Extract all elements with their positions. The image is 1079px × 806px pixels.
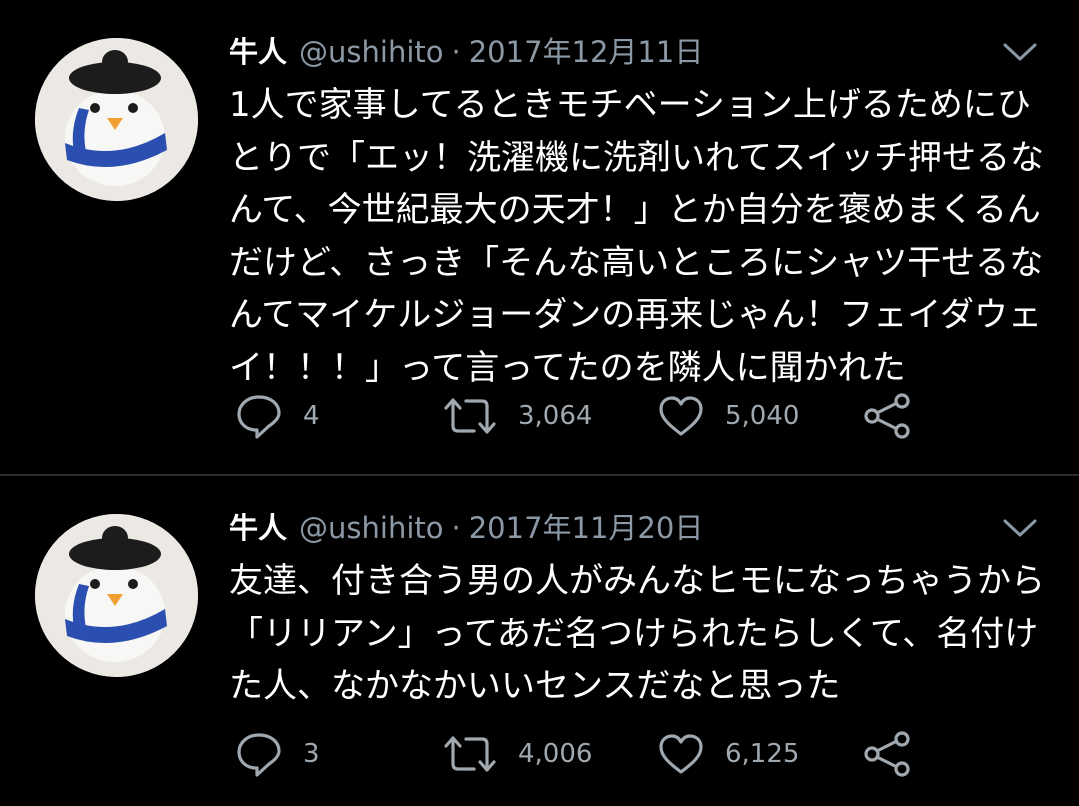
tweet-menu-button[interactable] — [1001, 516, 1039, 540]
tweet-text-line: 「リリアン」ってあだ名つけられたらしくて、名付け — [229, 613, 1039, 654]
tweet-text-line: 友達、付き合う男の人がみんなヒモになっちゃうから — [229, 561, 1045, 601]
like-button[interactable]: 5,040 — [657, 392, 799, 440]
heart-icon — [659, 396, 703, 436]
tweet-header: 牛人 @ushihito · 2017年12月11日 — [229, 30, 703, 74]
penguin-avatar-icon — [35, 38, 198, 201]
heart-icon — [659, 734, 703, 774]
retweet-count: 3,064 — [518, 401, 593, 431]
tweet[interactable]: 牛人 @ushihito · 2017年12月11日 1人で家事してるときモチベーショ… — [0, 0, 1079, 474]
tweet-text: 1人で家事してるときモチベーション上げるためにひ とりで「エッ！洗濯機に洗剤いれ… — [229, 79, 1059, 394]
speech-bubble-icon — [237, 395, 281, 439]
user-handle[interactable]: @ushihito — [299, 511, 443, 545]
tweet[interactable]: 牛人 @ushihito · 2017年11月20日 友達、付き合う男の人がみんなヒモ… — [0, 476, 1079, 806]
avatar[interactable] — [35, 38, 198, 201]
like-button[interactable]: 6,125 — [657, 730, 799, 778]
reply-button[interactable]: 3 — [235, 730, 320, 778]
display-name[interactable]: 牛人 — [229, 35, 287, 69]
tweet-text-line: んて、今世紀最大の天才！」とか自分を褒めまくるん — [229, 190, 1041, 230]
tweet-text: 友達、付き合う男の人がみんなヒモになっちゃうから 「リリアン」ってあだ名つけられ… — [229, 555, 1059, 713]
retweet-count: 4,006 — [518, 739, 593, 769]
tweet-text-line: た人、なかなかいいセンスだなと思った — [229, 666, 841, 706]
tweet-menu-button[interactable] — [1001, 40, 1039, 64]
avatar[interactable] — [35, 514, 198, 677]
share-button[interactable] — [862, 730, 914, 778]
reply-button[interactable]: 4 — [235, 392, 320, 440]
tweet-header: 牛人 @ushihito · 2017年11月20日 — [229, 506, 703, 550]
like-count: 5,040 — [725, 401, 800, 431]
tweet-text-line: とりで「エッ！洗濯機に洗剤いれてスイッチ押せるな — [229, 137, 1044, 178]
tweet-date[interactable]: 2017年12月11日 — [469, 35, 704, 69]
reply-count: 4 — [303, 401, 320, 431]
like-count: 6,125 — [725, 739, 800, 769]
tweet-text-line: 1人で家事してるときモチベーション上げるためにひ — [229, 85, 1031, 125]
separator: · — [451, 35, 461, 69]
separator: · — [451, 511, 461, 545]
retweet-button[interactable]: 4,006 — [442, 730, 592, 778]
display-name[interactable]: 牛人 — [229, 511, 287, 545]
tweet-actions: 4 3,064 5,040 — [229, 392, 949, 440]
speech-bubble-icon — [237, 733, 281, 777]
tweet-text-line: イ！！！」って言ってたのを隣人に聞かれた — [229, 347, 906, 388]
share-icon — [864, 731, 910, 777]
tweet-text-line: んてマイケルジョーダンの再来じゃん！フェイダウェ — [229, 295, 1042, 335]
user-handle[interactable]: @ushihito — [299, 35, 443, 69]
chevron-down-icon — [1003, 43, 1037, 61]
retweet-arrows-icon — [444, 398, 496, 434]
penguin-avatar-icon — [35, 514, 198, 677]
retweet-button[interactable]: 3,064 — [442, 392, 592, 440]
tweet-date[interactable]: 2017年11月20日 — [469, 511, 704, 545]
share-icon — [864, 393, 910, 439]
tweet-actions: 3 4,006 6,125 — [229, 730, 949, 778]
reply-count: 3 — [303, 739, 320, 769]
chevron-down-icon — [1003, 519, 1037, 537]
tweet-text-line: だけど、さっき「そんな高いところにシャツ干せるな — [229, 242, 1044, 283]
retweet-arrows-icon — [444, 736, 496, 772]
share-button[interactable] — [862, 392, 914, 440]
